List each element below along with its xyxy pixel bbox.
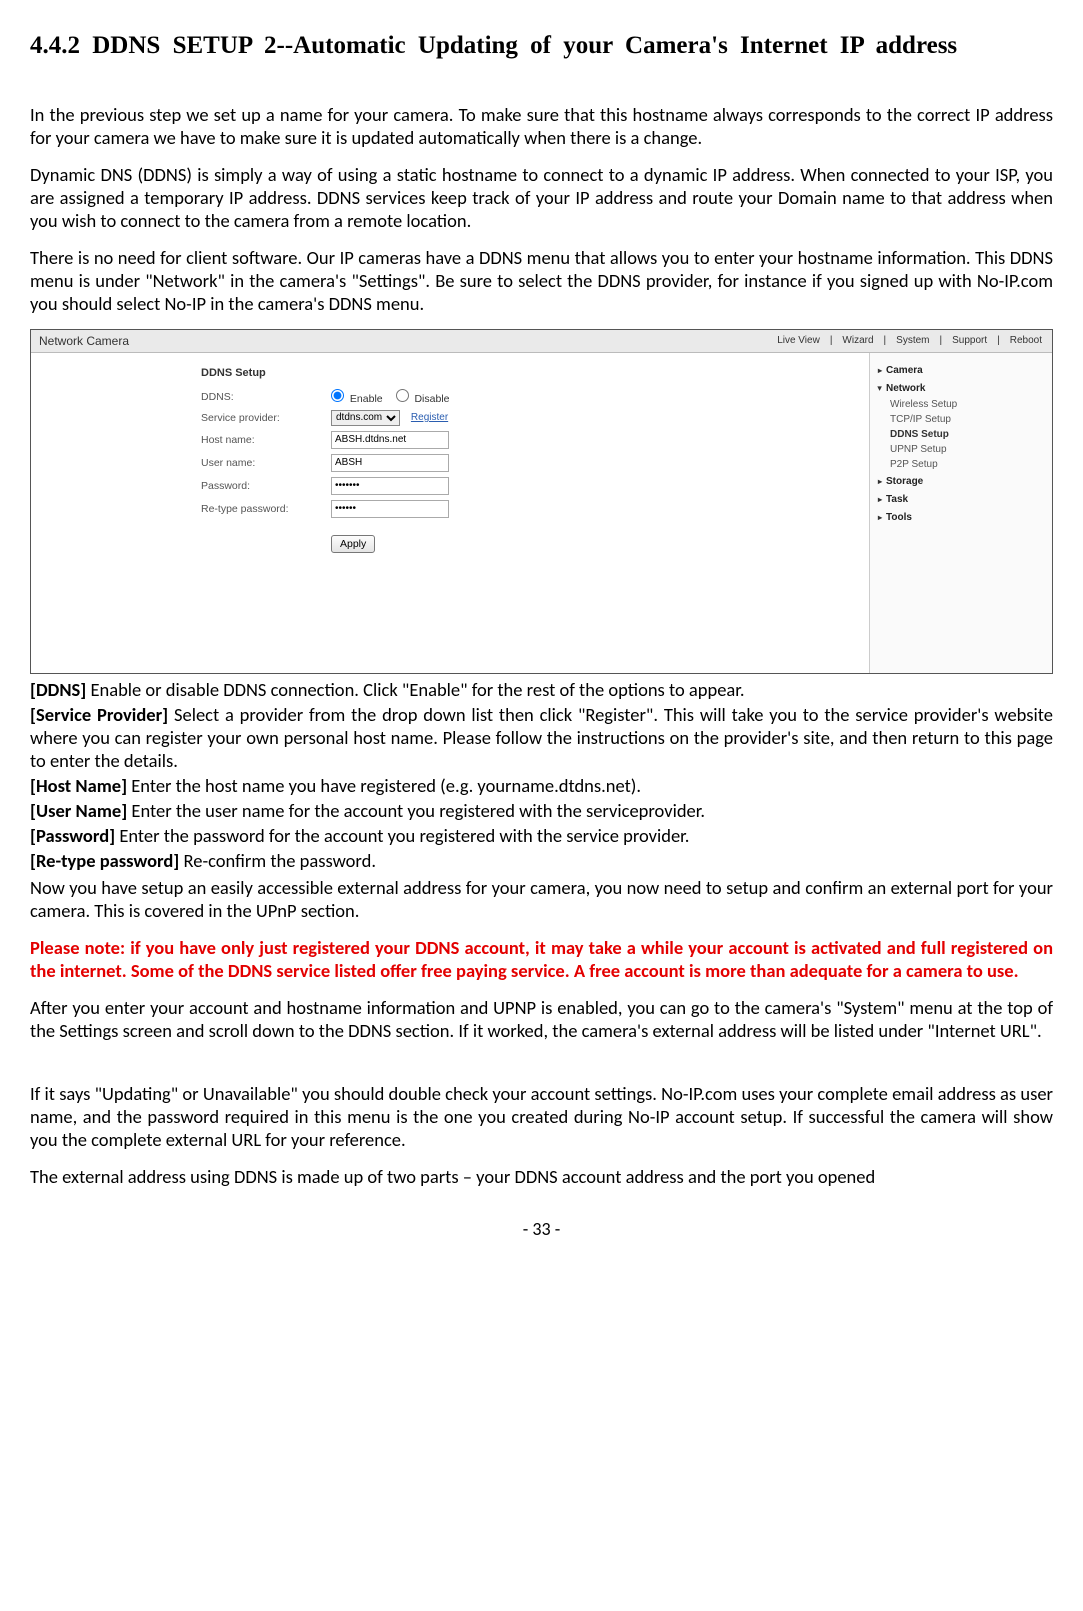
hostname-label: Host name:: [201, 434, 331, 446]
retype-password-label: Re-type password:: [201, 503, 331, 515]
ddns-disable-radio[interactable]: [396, 389, 409, 402]
hostname-input[interactable]: [331, 431, 449, 449]
def-service-provider: [Service Provider] Select a provider fro…: [30, 703, 1053, 772]
ddns-label: DDNS:: [201, 391, 331, 403]
form-title: DDNS Setup: [201, 367, 869, 379]
settings-sidebar: ▸Camera ▸Network Wireless Setup TCP/IP S…: [869, 353, 1052, 673]
app-title: Network Camera: [39, 334, 129, 348]
chevron-right-icon: ▸: [878, 513, 882, 522]
warning-note: Please note: if you have only just regis…: [30, 936, 1053, 982]
chevron-right-icon: ▸: [878, 495, 882, 504]
post-para-1: Now you have setup an easily accessible …: [30, 876, 1053, 922]
sidebar-tcpip[interactable]: TCP/IP Setup: [876, 412, 1046, 427]
def-ddns: [DDNS] Enable or disable DDNS connection…: [30, 678, 1053, 701]
disable-label: Disable: [414, 393, 449, 405]
sidebar-p2p[interactable]: P2P Setup: [876, 457, 1046, 472]
paragraph-1: In the previous step we set up a name fo…: [30, 103, 1053, 149]
def-password: [Password] Enter the password for the ac…: [30, 824, 1053, 847]
sidebar-storage[interactable]: ▸Storage: [876, 472, 1046, 490]
def-retype-password: [Re-type password] Re-confirm the passwo…: [30, 849, 1053, 872]
password-label: Password:: [201, 480, 331, 492]
retype-password-input[interactable]: [331, 500, 449, 518]
section-heading: 4.4.2 DDNS SETUP 2--Automatic Updating o…: [30, 20, 1053, 73]
sidebar-task[interactable]: ▸Task: [876, 490, 1046, 508]
sidebar-network[interactable]: ▸Network: [876, 379, 1046, 397]
ddns-enable-radio[interactable]: [331, 389, 344, 402]
sidebar-tools[interactable]: ▸Tools: [876, 508, 1046, 526]
chevron-right-icon: ▸: [878, 477, 882, 486]
paragraph-3: There is no need for client software. Ou…: [30, 246, 1053, 315]
screenshot-topbar: Network Camera Live View | Wizard | Syst…: [31, 330, 1052, 353]
post-para-3: If it says "Updating" or Unavailable" yo…: [30, 1082, 1053, 1151]
sidebar-wireless[interactable]: Wireless Setup: [876, 397, 1046, 412]
chevron-right-icon: ▸: [878, 366, 882, 375]
register-link[interactable]: Register: [411, 412, 448, 423]
sidebar-upnp[interactable]: UPNP Setup: [876, 442, 1046, 457]
menu-wizard[interactable]: Wizard: [840, 335, 875, 346]
sidebar-camera[interactable]: ▸Camera: [876, 361, 1046, 379]
menu-support[interactable]: Support: [950, 335, 989, 346]
sp-label: Service provider:: [201, 412, 331, 424]
def-hostname: [Host Name] Enter the host name you have…: [30, 774, 1053, 797]
post-para-4: The external address using DDNS is made …: [30, 1165, 1053, 1188]
enable-label: Enable: [350, 393, 383, 405]
top-menu: Live View | Wizard | System | Support | …: [775, 335, 1044, 346]
page-number: - 33 -: [30, 1218, 1053, 1240]
ddns-form: DDNS Setup DDNS: Enable Disable Service …: [31, 353, 869, 673]
username-input[interactable]: [331, 454, 449, 472]
post-para-2: After you enter your account and hostnam…: [30, 996, 1053, 1042]
chevron-down-icon: ▸: [876, 386, 885, 390]
menu-system[interactable]: System: [894, 335, 931, 346]
service-provider-select[interactable]: dtdns.com: [331, 410, 400, 426]
menu-liveview[interactable]: Live View: [775, 335, 822, 346]
menu-reboot[interactable]: Reboot: [1008, 335, 1044, 346]
def-username: [User Name] Enter the user name for the …: [30, 799, 1053, 822]
password-input[interactable]: [331, 477, 449, 495]
username-label: User name:: [201, 457, 331, 469]
ddns-screenshot: Network Camera Live View | Wizard | Syst…: [30, 329, 1053, 674]
apply-button[interactable]: Apply: [331, 535, 375, 553]
paragraph-2: Dynamic DNS (DDNS) is simply a way of us…: [30, 163, 1053, 232]
sidebar-ddns[interactable]: DDNS Setup: [876, 427, 1046, 442]
